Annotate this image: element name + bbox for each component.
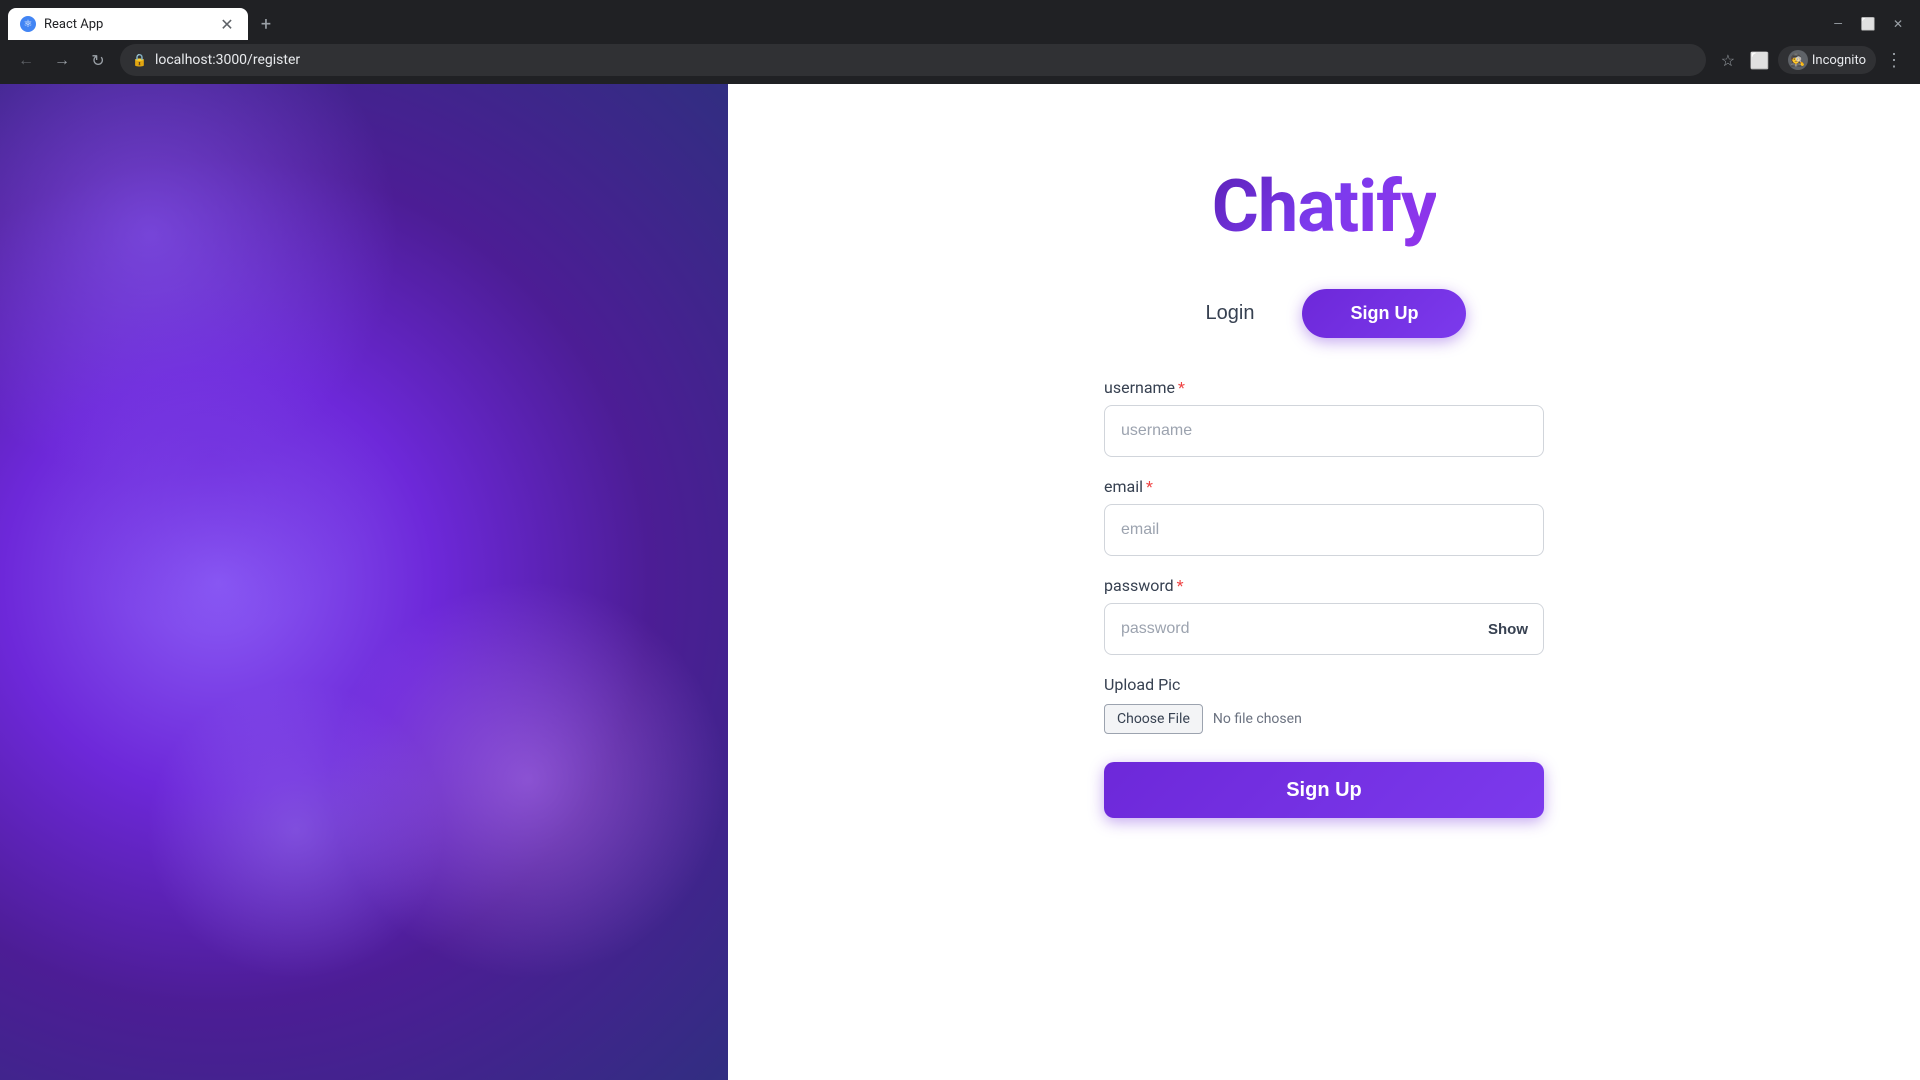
incognito-icon: 🕵 (1788, 50, 1808, 70)
username-field-group: username * (1104, 378, 1544, 457)
tab-switcher-button[interactable]: ⬜ (1746, 46, 1774, 74)
address-bar[interactable]: 🔒 localhost:3000/register (120, 44, 1706, 76)
email-required: * (1146, 477, 1153, 496)
file-input-area: Choose File No file chosen (1104, 704, 1544, 734)
brand-logo: Chatify (1212, 164, 1436, 249)
auth-tabs: Login Sign Up (1104, 289, 1544, 338)
email-input[interactable] (1104, 504, 1544, 556)
new-tab-button[interactable]: + (252, 10, 280, 38)
browser-tab[interactable]: ⚛ React App ✕ (8, 8, 248, 40)
tab-bar: ⚛ React App ✕ + — ⬜ ✕ (0, 0, 1920, 40)
signup-submit-button[interactable]: Sign Up (1104, 762, 1544, 818)
bookmark-button[interactable]: ☆ (1714, 46, 1742, 74)
login-tab[interactable]: Login (1182, 290, 1279, 337)
incognito-badge: 🕵 Incognito (1778, 46, 1876, 74)
browser-menu-button[interactable]: ⋮ (1880, 46, 1908, 74)
show-password-button[interactable]: Show (1488, 621, 1528, 638)
tab-title: React App (44, 17, 210, 32)
tab-favicon: ⚛ (20, 16, 36, 32)
password-input[interactable] (1104, 603, 1544, 655)
email-field-group: email * (1104, 477, 1544, 556)
left-decorative-panel (0, 84, 728, 1080)
username-label: username * (1104, 378, 1544, 397)
back-button[interactable]: ← (12, 46, 40, 74)
maximize-button[interactable]: ⬜ (1854, 10, 1882, 38)
choose-file-button[interactable]: Choose File (1104, 704, 1203, 734)
password-wrapper: Show (1104, 603, 1544, 655)
window-controls: — ⬜ ✕ (1824, 10, 1920, 38)
no-file-text: No file chosen (1213, 711, 1302, 727)
tab-close-button[interactable]: ✕ (218, 15, 236, 33)
password-field-group: password * Show (1104, 576, 1544, 655)
url-text: localhost:3000/register (155, 52, 300, 68)
password-required: * (1177, 576, 1184, 595)
minimize-button[interactable]: — (1824, 10, 1852, 38)
address-bar-actions: ☆ ⬜ 🕵 Incognito ⋮ (1714, 46, 1908, 74)
close-button[interactable]: ✕ (1884, 10, 1912, 38)
password-label: password * (1104, 576, 1544, 595)
username-input[interactable] (1104, 405, 1544, 457)
forward-button[interactable]: → (48, 46, 76, 74)
decorative-bubble-2 (146, 680, 446, 980)
signup-tab[interactable]: Sign Up (1302, 289, 1466, 338)
register-form: username * email * password * (1104, 378, 1544, 818)
incognito-label: Incognito (1812, 53, 1866, 68)
right-form-panel: Chatify Login Sign Up username * email * (728, 84, 1920, 1080)
upload-pic-label: Upload Pic (1104, 675, 1544, 694)
reload-button[interactable]: ↻ (84, 46, 112, 74)
browser-chrome: ⚛ React App ✕ + — ⬜ ✕ ← → ↻ 🔒 localhost:… (0, 0, 1920, 84)
username-required: * (1178, 378, 1185, 397)
email-label: email * (1104, 477, 1544, 496)
decorative-bubble-1 (36, 283, 386, 633)
address-bar-row: ← → ↻ 🔒 localhost:3000/register ☆ ⬜ 🕵 In… (0, 40, 1920, 84)
upload-pic-group: Upload Pic Choose File No file chosen (1104, 675, 1544, 734)
lock-icon: 🔒 (132, 53, 147, 67)
browser-content: Chatify Login Sign Up username * email * (0, 84, 1920, 1080)
